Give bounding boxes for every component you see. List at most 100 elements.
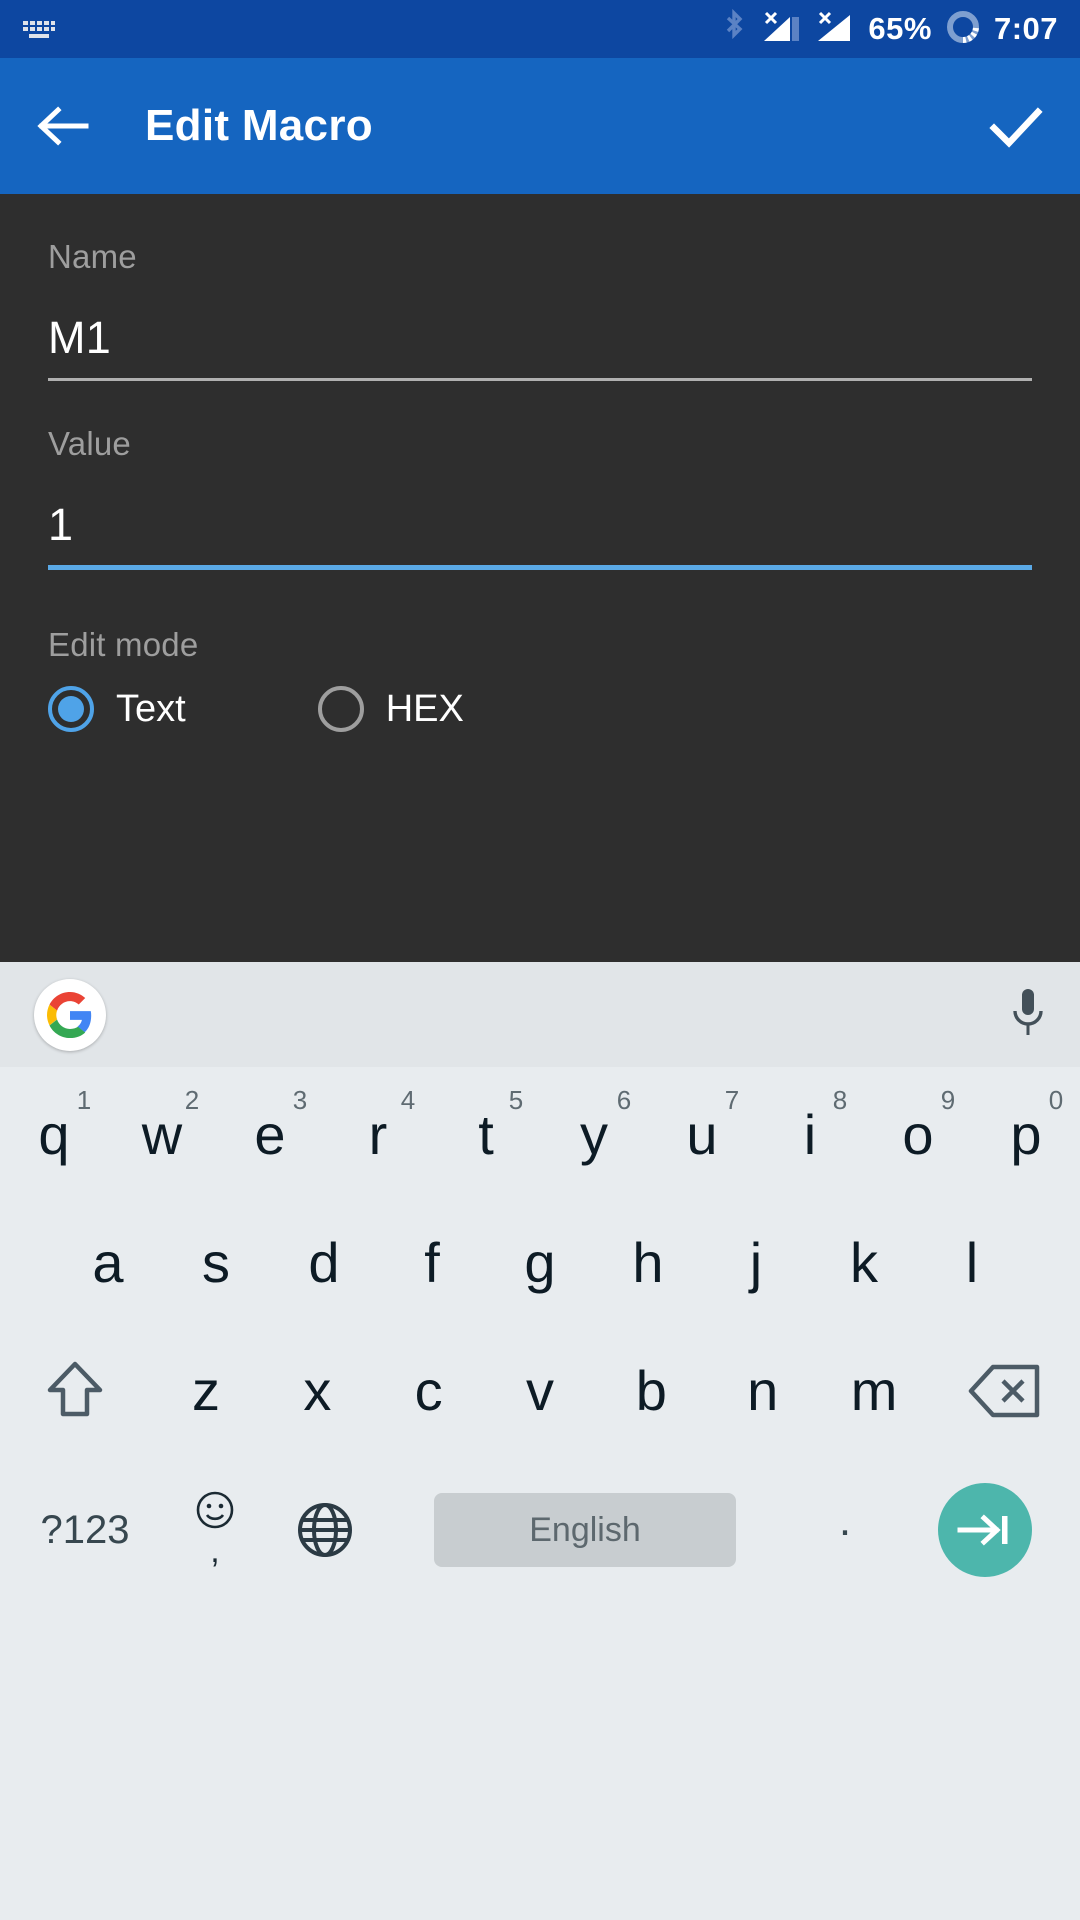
key-k[interactable]: k — [810, 1199, 918, 1327]
bluetooth-icon — [720, 8, 748, 50]
keyboard-row-3: z x c v b n m — [0, 1327, 1080, 1455]
key-char-label: h — [632, 1231, 664, 1294]
key-number-label: 5 — [508, 1085, 524, 1115]
check-icon[interactable] — [988, 102, 1044, 150]
backspace-icon[interactable] — [930, 1327, 1080, 1455]
arrow-back-icon[interactable] — [36, 104, 90, 148]
key-number-label: 6 — [616, 1085, 632, 1115]
signal-no-sim-icon — [760, 9, 802, 50]
value-input[interactable]: 1 — [48, 463, 1032, 565]
symbols-key[interactable]: ?123 — [10, 1508, 160, 1553]
key-number-label: 4 — [400, 1085, 416, 1115]
keyboard-icon — [22, 17, 56, 41]
key-char-label: a — [92, 1231, 124, 1294]
key-number-label: 9 — [940, 1085, 956, 1115]
key-h[interactable]: h — [594, 1199, 702, 1327]
period-key[interactable]: . — [790, 1496, 900, 1564]
form-body: Name M1 Value 1 Edit mode Text HEX — [0, 194, 1080, 732]
status-bar-left — [22, 17, 56, 41]
radio-option-hex[interactable]: HEX — [317, 686, 464, 732]
globe-icon[interactable] — [270, 1499, 380, 1561]
key-char-label: n — [747, 1359, 779, 1422]
keyboard-rows: 1q 2w 3e 4r 5t 6y 7u 8i 9o 0p a s d f g … — [0, 1067, 1080, 1605]
key-t[interactable]: 5t — [432, 1071, 540, 1199]
key-i[interactable]: 8i — [756, 1071, 864, 1199]
battery-circle-icon — [944, 8, 982, 51]
key-char-label: r — [368, 1103, 388, 1166]
key-char-label: p — [1010, 1103, 1042, 1166]
on-screen-keyboard: 1q 2w 3e 4r 5t 6y 7u 8i 9o 0p a s d f g … — [0, 962, 1080, 1920]
key-u[interactable]: 7u — [648, 1071, 756, 1199]
key-char-label: f — [424, 1231, 440, 1294]
key-char-label: s — [202, 1231, 230, 1294]
key-o[interactable]: 9o — [864, 1071, 972, 1199]
key-m[interactable]: m — [818, 1327, 929, 1455]
key-char-label: x — [303, 1359, 332, 1422]
key-l[interactable]: l — [918, 1199, 1026, 1327]
key-char-label: w — [141, 1103, 183, 1166]
key-char-label: k — [850, 1231, 878, 1294]
enter-key[interactable] — [900, 1483, 1070, 1577]
key-char-label: z — [191, 1359, 220, 1422]
key-y[interactable]: 6y — [540, 1071, 648, 1199]
value-field-label: Value — [48, 425, 131, 462]
clock-label: 7:07 — [993, 11, 1058, 46]
name-input[interactable]: M1 — [48, 276, 1032, 378]
key-char-label: m — [850, 1359, 898, 1422]
space-key[interactable]: English — [380, 1493, 790, 1567]
key-v[interactable]: v — [484, 1327, 595, 1455]
key-number-label: 7 — [724, 1085, 740, 1115]
key-d[interactable]: d — [270, 1199, 378, 1327]
key-e[interactable]: 3e — [216, 1071, 324, 1199]
key-j[interactable]: j — [702, 1199, 810, 1327]
key-b[interactable]: b — [596, 1327, 707, 1455]
keyboard-toolbar — [0, 962, 1080, 1067]
page-title: Edit Macro — [145, 101, 373, 150]
emoji-icon — [194, 1489, 236, 1536]
radio-button-unselected-icon[interactable] — [317, 686, 364, 732]
value-field-group: Value 1 — [48, 381, 1032, 570]
key-c[interactable]: c — [373, 1327, 484, 1455]
key-g[interactable]: g — [486, 1199, 594, 1327]
key-r[interactable]: 4r — [324, 1071, 432, 1199]
signal-no-sim-icon — [814, 9, 856, 50]
key-n[interactable]: n — [707, 1327, 818, 1455]
key-char-label: b — [635, 1359, 667, 1422]
emoji-comma-key[interactable]: , — [160, 1489, 270, 1571]
microphone-icon[interactable] — [1010, 986, 1046, 1043]
key-z[interactable]: z — [150, 1327, 261, 1455]
edit-mode-radio-row: Text HEX — [48, 664, 1032, 732]
radio-label-text: Text — [116, 687, 186, 730]
key-number-label: 2 — [184, 1085, 200, 1115]
keyboard-row-2: a s d f g h j k l — [0, 1199, 1080, 1327]
key-char-label: v — [526, 1359, 555, 1422]
key-char-label: c — [414, 1359, 443, 1422]
radio-option-text[interactable]: Text — [48, 686, 186, 732]
key-char-label: j — [749, 1231, 763, 1294]
key-w[interactable]: 2w — [108, 1071, 216, 1199]
key-char-label: d — [308, 1231, 340, 1294]
key-char-label: g — [524, 1231, 556, 1294]
radio-label-hex: HEX — [385, 687, 464, 730]
key-q[interactable]: 1q — [0, 1071, 108, 1199]
key-char-label: u — [686, 1103, 718, 1166]
app-screen: 65% 7:07 Edit Macro Name M1 Value 1 Edit… — [0, 0, 1080, 1920]
key-char-label: e — [254, 1103, 286, 1166]
key-a[interactable]: a — [54, 1199, 162, 1327]
comma-label: , — [210, 1532, 220, 1570]
edit-mode-group: Edit mode Text HEX — [48, 570, 1032, 732]
app-bar: Edit Macro — [0, 58, 1080, 194]
key-x[interactable]: x — [262, 1327, 373, 1455]
key-s[interactable]: s — [162, 1199, 270, 1327]
status-bar: 65% 7:07 — [0, 0, 1080, 58]
key-char-label: t — [478, 1103, 494, 1166]
key-number-label: 1 — [76, 1085, 92, 1115]
name-field-group: Name M1 — [48, 194, 1032, 381]
key-p[interactable]: 0p — [972, 1071, 1080, 1199]
google-g-icon[interactable] — [34, 978, 106, 1051]
radio-button-selected-icon[interactable] — [48, 686, 94, 732]
key-f[interactable]: f — [378, 1199, 486, 1327]
edit-mode-label: Edit mode — [48, 626, 199, 663]
key-char-label: y — [580, 1103, 608, 1166]
shift-icon[interactable] — [0, 1327, 150, 1455]
